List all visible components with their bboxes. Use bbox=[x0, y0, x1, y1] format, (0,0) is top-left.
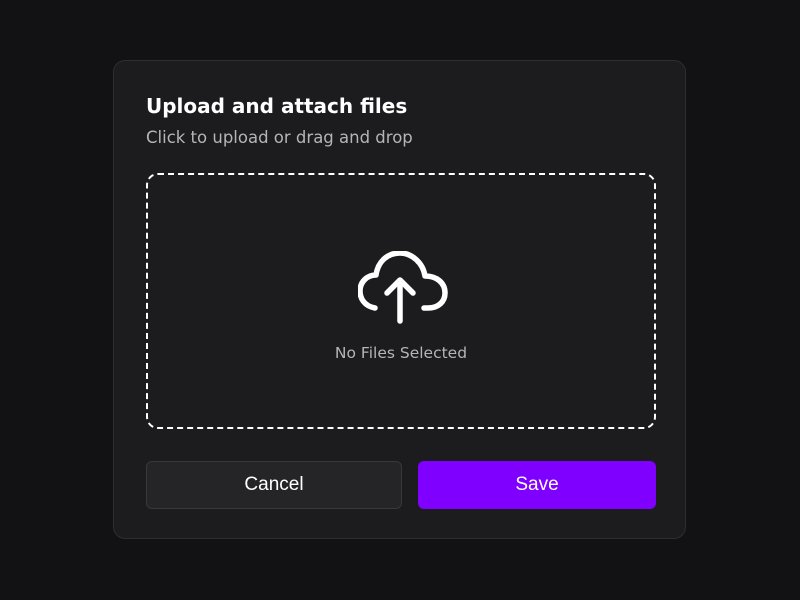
dialog-title: Upload and attach files bbox=[146, 94, 408, 118]
cloud-upload-icon bbox=[358, 251, 448, 324]
dialog-subtitle: Click to upload or drag and drop bbox=[146, 128, 413, 147]
no-files-selected-text: No Files Selected bbox=[334, 344, 468, 362]
file-dropzone[interactable]: No Files Selected bbox=[146, 173, 656, 429]
save-button[interactable]: Save bbox=[418, 461, 656, 509]
cancel-button[interactable]: Cancel bbox=[146, 461, 402, 509]
upload-dialog: Upload and attach files Click to upload … bbox=[113, 60, 686, 539]
